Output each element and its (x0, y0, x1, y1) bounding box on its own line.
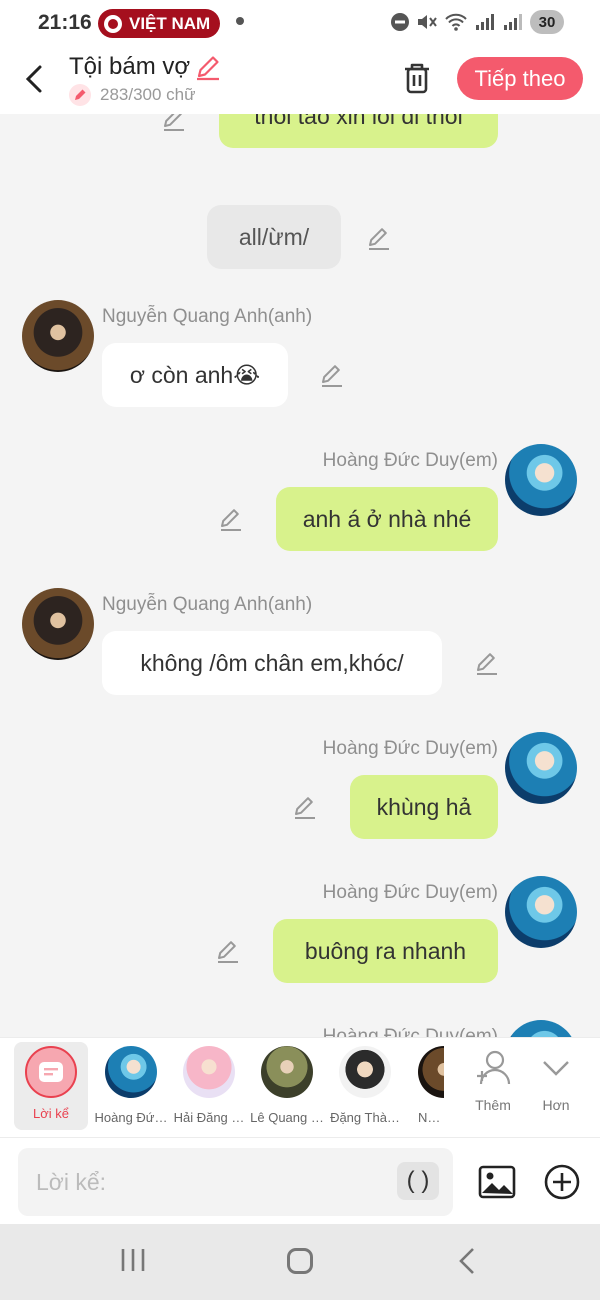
page-title: Tội bám vợ (69, 53, 191, 80)
character-name: Hoàng Đứ… (94, 1110, 168, 1125)
location-badge: VIỆT NAM (98, 9, 220, 38)
character-name: Đặng Thà… (330, 1110, 400, 1125)
sender-name: Nguyễn Quang Anh(anh) (102, 306, 313, 327)
sender-name: Hoàng Đức Duy(em) (322, 738, 498, 759)
character-avatar (183, 1046, 235, 1098)
action-paren-button[interactable]: ( ) (397, 1162, 439, 1200)
character-option[interactable]: Lê Quang … (248, 1046, 326, 1128)
add-character-button[interactable]: Thêm (463, 1048, 523, 1113)
character-option[interactable]: Nguy… (404, 1046, 444, 1128)
avatar[interactable] (22, 300, 94, 372)
next-button[interactable]: Tiếp theo (457, 57, 583, 100)
character-option[interactable]: Hoàng Đứ… (92, 1046, 170, 1128)
message-bubble[interactable]: ơ còn anh😭 (102, 343, 288, 407)
chevron-down-icon (543, 1061, 569, 1076)
narration-bubble[interactable]: all/ừm/ (207, 205, 341, 269)
system-nav-bar (0, 1224, 600, 1300)
back-arrow-icon[interactable] (20, 62, 50, 96)
globe-icon (104, 14, 122, 33)
add-label: Thêm (475, 1097, 511, 1113)
avatar[interactable] (505, 444, 577, 516)
character-avatar (418, 1046, 444, 1098)
trash-icon[interactable] (400, 60, 434, 96)
sender-name: Nguyễn Quang Anh(anh) (102, 594, 313, 615)
sender-name: Hoàng Đức Duy(em) (322, 1026, 498, 1037)
character-name: Nguy… (418, 1110, 444, 1125)
message-bubble[interactable]: không /ôm chân em,khóc/ (102, 631, 442, 695)
status-bar: 21:16 VIỆT NAM 30 (0, 0, 600, 46)
edit-message-icon[interactable] (474, 650, 500, 676)
sender-name: Hoàng Đức Duy(em) (322, 450, 498, 471)
narrator-option[interactable]: Lời kể (14, 1042, 88, 1130)
location-badge-label: VIỆT NAM (129, 13, 211, 33)
signal-icon-2 (504, 14, 522, 30)
message-bubble[interactable]: khùng hả (350, 775, 498, 839)
input-bar: ( ) (0, 1137, 600, 1224)
status-time: 21:16 (38, 11, 92, 34)
pencil-icon (69, 84, 91, 106)
sender-name: Hoàng Đức Duy(em) (322, 882, 498, 903)
image-icon[interactable] (477, 1162, 517, 1202)
char-count-label: 283/300 chữ (100, 85, 196, 104)
signal-icon (476, 14, 494, 30)
back-icon[interactable] (455, 1246, 479, 1276)
battery-icon: 30 (530, 10, 564, 34)
avatar[interactable] (505, 1020, 577, 1037)
edit-title-icon[interactable] (194, 53, 222, 81)
message-bubble[interactable]: anh á ở nhà nhé (276, 487, 498, 551)
avatar[interactable] (505, 876, 577, 948)
wifi-icon (445, 13, 467, 31)
do-not-disturb-icon (391, 13, 409, 31)
edit-message-icon[interactable] (215, 938, 241, 964)
character-bar: Lời kể Hoàng Đứ… Hải Đăng … Lê Quang … Đ… (0, 1037, 600, 1137)
character-name: Lê Quang … (250, 1110, 324, 1125)
character-avatar (261, 1046, 313, 1098)
narrator-label: Lời kể (33, 1106, 69, 1121)
character-option[interactable]: Hải Đăng … (170, 1046, 248, 1128)
header: Tội bám vợ 283/300 chữ Tiếp theo (0, 46, 600, 114)
avatar[interactable] (22, 588, 94, 660)
message-bubble[interactable]: buông ra nhanh (273, 919, 498, 983)
message-input[interactable] (18, 1148, 453, 1216)
add-user-icon (477, 1050, 511, 1085)
home-icon[interactable] (287, 1248, 313, 1274)
more-button[interactable]: Hơn (526, 1048, 586, 1113)
message-bubble-partial[interactable]: thôi tao xin lỗi đi thôi (219, 114, 498, 148)
avatar[interactable] (505, 732, 577, 804)
plus-icon[interactable] (542, 1162, 582, 1202)
notification-dot-icon (236, 17, 244, 25)
character-option[interactable]: Đặng Thà… (326, 1046, 404, 1128)
character-name: Hải Đăng … (173, 1110, 245, 1125)
edit-message-icon[interactable] (161, 114, 187, 132)
char-count: 283/300 chữ (69, 84, 196, 106)
recent-apps-icon[interactable] (120, 1246, 146, 1274)
character-avatar (105, 1046, 157, 1098)
edit-message-icon[interactable] (292, 794, 318, 820)
chat-area[interactable]: thôi tao xin lỗi đi thôi all/ừm/ Nguyễn … (0, 114, 600, 1037)
more-label: Hơn (542, 1097, 570, 1113)
mute-icon (418, 15, 437, 29)
narration-icon (25, 1046, 77, 1098)
status-icons: 30 (390, 10, 564, 34)
character-avatar (339, 1046, 391, 1098)
edit-message-icon[interactable] (319, 362, 345, 388)
edit-narration-icon[interactable] (366, 225, 392, 251)
edit-message-icon[interactable] (218, 506, 244, 532)
